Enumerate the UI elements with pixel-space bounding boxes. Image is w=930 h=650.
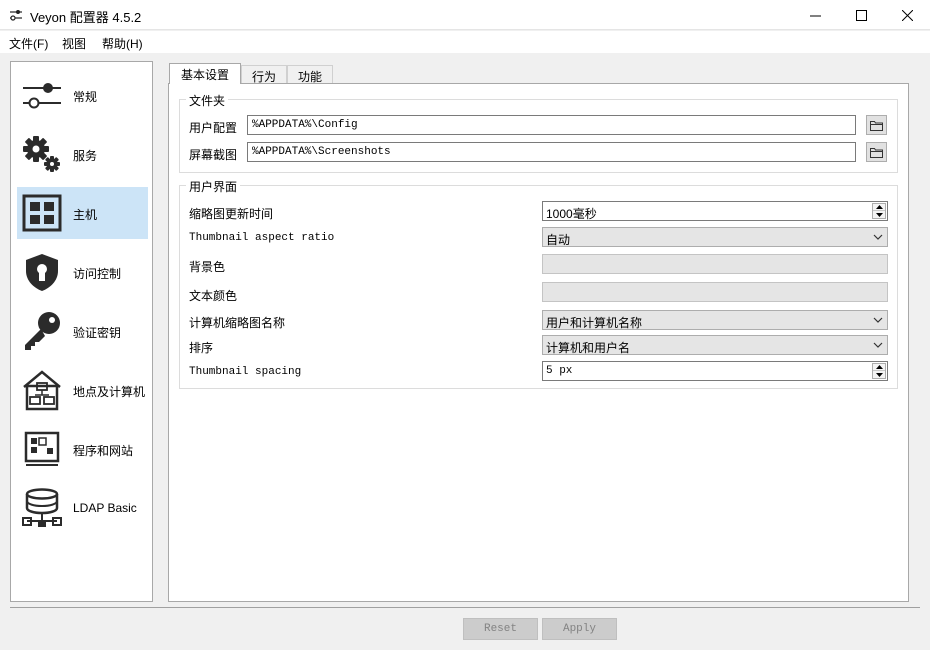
grid-icon (22, 194, 62, 232)
sidebar: 常规 服务 主机 访问控制 验证密钥 地点及计算机 程序和网站 LDAP Bas… (10, 61, 153, 602)
aspect-ratio-value: 自动 (546, 233, 571, 247)
shield-lock-icon (26, 254, 58, 291)
user-config-browse-button[interactable] (866, 115, 887, 135)
spin-buttons[interactable] (872, 203, 886, 219)
chevron-down-icon (873, 342, 883, 348)
sort-order-value: 计算机和用户名 (546, 341, 631, 355)
sidebar-item-programs[interactable]: 程序和网站 (17, 423, 148, 475)
user-config-label: 用户配置 (189, 121, 238, 135)
text-color-label: 文本颜色 (189, 289, 238, 303)
programs-icon (24, 431, 60, 466)
sidebar-item-auth-keys[interactable]: 验证密钥 (17, 305, 148, 357)
thumbnail-caption-dropdown[interactable]: 用户和计算机名称 (542, 310, 888, 330)
footer-separator (10, 607, 920, 608)
aspect-ratio-dropdown[interactable]: 自动 (542, 227, 888, 247)
screenshots-input[interactable]: %APPDATA%\Screenshots (247, 142, 856, 162)
sidebar-item-label: 访问控制 (73, 267, 122, 281)
gears-icon (23, 136, 60, 172)
sidebar-item-access-control[interactable]: 访问控制 (17, 246, 148, 298)
sidebar-item-general[interactable]: 常规 (17, 69, 148, 121)
tab-features[interactable]: 功能 (287, 65, 333, 84)
close-icon (901, 9, 913, 21)
spin-down-icon[interactable] (873, 211, 885, 218)
window-title: Veyon 配置器 4.5.2 (30, 10, 142, 25)
background-color-label: 背景色 (189, 260, 226, 274)
folders-group-title: 文件夹 (186, 92, 229, 109)
sort-order-label: 排序 (189, 341, 214, 355)
settings-panel: 文件夹 用户配置 %APPDATA%\Config 屏幕截图 %APPDATA%… (168, 83, 909, 602)
thumbnail-spacing-value: 5 px (546, 365, 573, 377)
user-config-input[interactable]: %APPDATA%\Config (247, 115, 856, 135)
spin-up-icon[interactable] (873, 204, 885, 211)
menu-view[interactable]: 视图 (62, 35, 86, 52)
sidebar-item-label: 程序和网站 (73, 444, 134, 458)
spin-down-icon[interactable] (873, 371, 885, 378)
sidebar-item-label: 服务 (73, 149, 98, 163)
key-icon (25, 312, 60, 350)
maximize-button[interactable] (838, 0, 884, 30)
thumbnail-caption-label: 计算机缩略图名称 (189, 316, 286, 330)
sidebar-item-service[interactable]: 服务 (17, 128, 148, 180)
chevron-down-icon (873, 234, 883, 240)
aspect-ratio-label: Thumbnail aspect ratio (189, 232, 335, 244)
toggle-icon (23, 83, 61, 109)
tab-basic-settings[interactable]: 基本设置 (169, 63, 241, 84)
background-color-button[interactable] (542, 254, 888, 274)
database-network-icon (22, 488, 62, 527)
screenshots-browse-button[interactable] (866, 142, 887, 162)
sidebar-item-label: LDAP Basic (73, 501, 137, 515)
sidebar-item-label: 地点及计算机 (73, 385, 146, 399)
thumbnail-caption-value: 用户和计算机名称 (546, 316, 643, 330)
menu-help[interactable]: 帮助(H) (102, 35, 143, 52)
menu-file[interactable]: 文件(F) (9, 35, 48, 52)
maximize-icon (855, 9, 867, 21)
sidebar-item-label: 常规 (73, 90, 98, 104)
thumbnail-update-value: 1000毫秒 (546, 207, 597, 221)
screenshots-label: 屏幕截图 (189, 148, 238, 162)
thumbnail-update-spinbox[interactable]: 1000毫秒 (542, 201, 888, 221)
app-toggle-icon (10, 10, 22, 21)
spin-buttons[interactable] (872, 363, 886, 379)
apply-button[interactable]: Apply (542, 618, 617, 640)
reset-button[interactable]: Reset (463, 618, 538, 640)
chevron-down-icon (873, 317, 883, 323)
title-bar: Veyon 配置器 4.5.2 (0, 0, 930, 30)
sidebar-item-label: 验证密钥 (73, 326, 122, 340)
user-interface-group-title: 用户界面 (186, 178, 241, 195)
close-button[interactable] (884, 0, 930, 30)
sort-order-dropdown[interactable]: 计算机和用户名 (542, 335, 888, 355)
folder-icon (870, 147, 883, 158)
thumbnail-update-label: 缩略图更新时间 (189, 207, 274, 221)
tab-behavior[interactable]: 行为 (241, 65, 287, 84)
minimize-button[interactable] (792, 0, 838, 30)
spin-up-icon[interactable] (873, 364, 885, 371)
thumbnail-spacing-spinbox[interactable]: 5 px (542, 361, 888, 381)
menu-bar: 文件(F) 视图 帮助(H) (0, 31, 930, 53)
thumbnail-spacing-label: Thumbnail spacing (189, 366, 302, 378)
text-color-button[interactable] (542, 282, 888, 302)
sidebar-item-ldap[interactable]: LDAP Basic (17, 482, 148, 534)
house-computers-icon (23, 370, 61, 411)
minimize-icon (809, 15, 821, 16)
sidebar-item-locations[interactable]: 地点及计算机 (17, 364, 148, 416)
sidebar-item-label: 主机 (73, 208, 98, 222)
folder-icon (870, 120, 883, 131)
sidebar-item-hosts[interactable]: 主机 (17, 187, 148, 239)
